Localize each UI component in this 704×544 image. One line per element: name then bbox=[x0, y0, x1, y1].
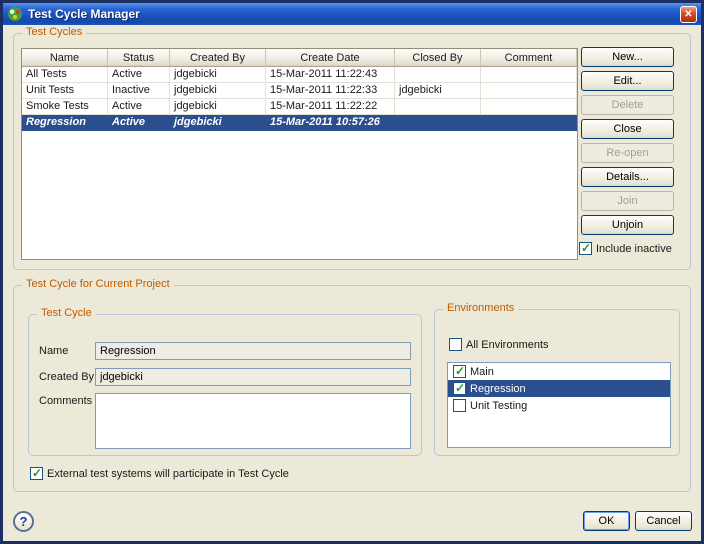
help-button[interactable]: ? bbox=[13, 511, 34, 532]
cell-name: Unit Tests bbox=[22, 83, 108, 98]
cell-comment bbox=[481, 83, 577, 98]
external-systems-label: External test systems will participate i… bbox=[47, 468, 289, 480]
created-by-field[interactable] bbox=[95, 368, 411, 386]
cell-created-by: jdgebicki bbox=[170, 115, 266, 130]
cell-name: All Tests bbox=[22, 67, 108, 82]
table-row[interactable]: All Tests Active jdgebicki 15-Mar-2011 1… bbox=[22, 67, 577, 83]
app-icon bbox=[7, 6, 23, 22]
window-title: Test Cycle Manager bbox=[28, 7, 675, 21]
cell-name: Regression bbox=[22, 115, 108, 130]
environment-item-main[interactable]: Main bbox=[448, 363, 670, 380]
cell-comment bbox=[481, 67, 577, 82]
column-header-created-by[interactable]: Created By bbox=[170, 49, 266, 67]
ok-button[interactable]: OK bbox=[583, 511, 630, 531]
environments-list: Main Regression Unit Testing bbox=[447, 362, 671, 448]
external-systems-checkbox[interactable]: External test systems will participate i… bbox=[30, 467, 289, 480]
reopen-button: Re-open bbox=[581, 143, 674, 163]
cell-created-by: jdgebicki bbox=[170, 83, 266, 98]
cell-created-by: jdgebicki bbox=[170, 67, 266, 82]
close-button[interactable]: Close bbox=[581, 119, 674, 139]
cell-name: Smoke Tests bbox=[22, 99, 108, 114]
environment-item-regression[interactable]: Regression bbox=[448, 380, 670, 397]
edit-button[interactable]: Edit... bbox=[581, 71, 674, 91]
column-header-status[interactable]: Status bbox=[108, 49, 170, 67]
table-row[interactable]: Unit Tests Inactive jdgebicki 15-Mar-201… bbox=[22, 83, 577, 99]
column-header-name[interactable]: Name bbox=[22, 49, 108, 67]
column-header-closed-by[interactable]: Closed By bbox=[395, 49, 481, 67]
close-icon[interactable]: ✕ bbox=[680, 6, 697, 23]
cell-closed-by: jdgebicki bbox=[395, 83, 481, 98]
cell-closed-by bbox=[395, 115, 481, 130]
column-header-comment[interactable]: Comment bbox=[481, 49, 577, 67]
comments-textarea[interactable] bbox=[95, 393, 411, 449]
environment-label: Regression bbox=[470, 383, 526, 395]
table-row[interactable]: Smoke Tests Active jdgebicki 15-Mar-2011… bbox=[22, 99, 577, 115]
cell-status: Active bbox=[108, 67, 170, 82]
cancel-button[interactable]: Cancel bbox=[635, 511, 692, 531]
cell-closed-by bbox=[395, 67, 481, 82]
test-cycle-detail-group: Test Cycle Name Created By Comments bbox=[28, 314, 422, 456]
new-button[interactable]: New... bbox=[581, 47, 674, 67]
current-project-group: Test Cycle for Current Project Test Cycl… bbox=[13, 285, 691, 492]
comments-label: Comments bbox=[39, 395, 92, 407]
cell-create-date: 15-Mar-2011 11:22:22 bbox=[266, 99, 395, 114]
cell-status: Active bbox=[108, 115, 170, 130]
name-label: Name bbox=[39, 345, 68, 357]
delete-button: Delete bbox=[581, 95, 674, 115]
created-by-label: Created By bbox=[39, 371, 94, 383]
cell-create-date: 15-Mar-2011 11:22:43 bbox=[266, 67, 395, 82]
cell-status: Inactive bbox=[108, 83, 170, 98]
environments-group-label: Environments bbox=[443, 302, 518, 314]
cell-create-date: 15-Mar-2011 11:22:33 bbox=[266, 83, 395, 98]
cell-comment bbox=[481, 99, 577, 114]
include-inactive-checkbox-box[interactable] bbox=[579, 242, 592, 255]
table-row-selected[interactable]: Regression Active jdgebicki 15-Mar-2011 … bbox=[22, 115, 577, 131]
dialog-window: Test Cycle Manager ✕ Test Cycles Name St… bbox=[0, 0, 704, 544]
test-cycles-group: Test Cycles Name Status Created By Creat… bbox=[13, 33, 691, 270]
current-project-group-label: Test Cycle for Current Project bbox=[22, 278, 174, 290]
join-button: Join bbox=[581, 191, 674, 211]
test-cycle-detail-group-label: Test Cycle bbox=[37, 307, 96, 319]
external-systems-checkbox-box[interactable] bbox=[30, 467, 43, 480]
environment-item-unit-testing[interactable]: Unit Testing bbox=[448, 397, 670, 414]
unjoin-button[interactable]: Unjoin bbox=[581, 215, 674, 235]
column-header-create-date[interactable]: Create Date bbox=[266, 49, 395, 67]
name-field[interactable] bbox=[95, 342, 411, 360]
environment-label: Unit Testing bbox=[470, 400, 527, 412]
environment-checkbox-main[interactable] bbox=[453, 365, 466, 378]
environment-label: Main bbox=[470, 366, 494, 378]
environment-checkbox-unit-testing[interactable] bbox=[453, 399, 466, 412]
include-inactive-checkbox[interactable]: Include inactive bbox=[579, 242, 672, 255]
cell-comment bbox=[481, 115, 577, 130]
include-inactive-label: Include inactive bbox=[596, 243, 672, 255]
test-cycles-group-label: Test Cycles bbox=[22, 26, 86, 38]
cell-closed-by bbox=[395, 99, 481, 114]
environment-checkbox-regression[interactable] bbox=[453, 382, 466, 395]
action-button-column: New... Edit... Delete Close Re-open Deta… bbox=[581, 47, 674, 235]
title-bar[interactable]: Test Cycle Manager ✕ bbox=[3, 3, 701, 25]
cell-create-date: 15-Mar-2011 10:57:26 bbox=[266, 115, 395, 130]
environments-group: Environments All Environments Main Regre… bbox=[434, 309, 680, 456]
all-environments-checkbox[interactable]: All Environments bbox=[449, 338, 549, 351]
all-environments-checkbox-box[interactable] bbox=[449, 338, 462, 351]
cell-status: Active bbox=[108, 99, 170, 114]
test-cycles-table: Name Status Created By Create Date Close… bbox=[21, 48, 578, 260]
all-environments-label: All Environments bbox=[466, 339, 549, 351]
cell-created-by: jdgebicki bbox=[170, 99, 266, 114]
table-header: Name Status Created By Create Date Close… bbox=[22, 49, 577, 67]
details-button[interactable]: Details... bbox=[581, 167, 674, 187]
